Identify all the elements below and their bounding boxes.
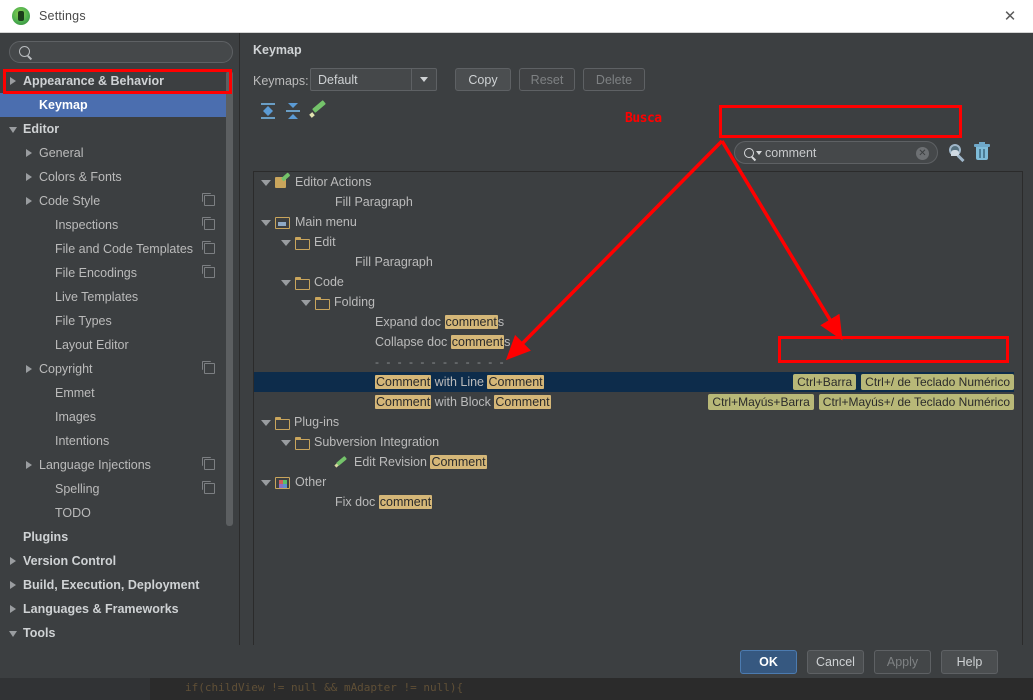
annotation-arrows [505, 139, 843, 361]
